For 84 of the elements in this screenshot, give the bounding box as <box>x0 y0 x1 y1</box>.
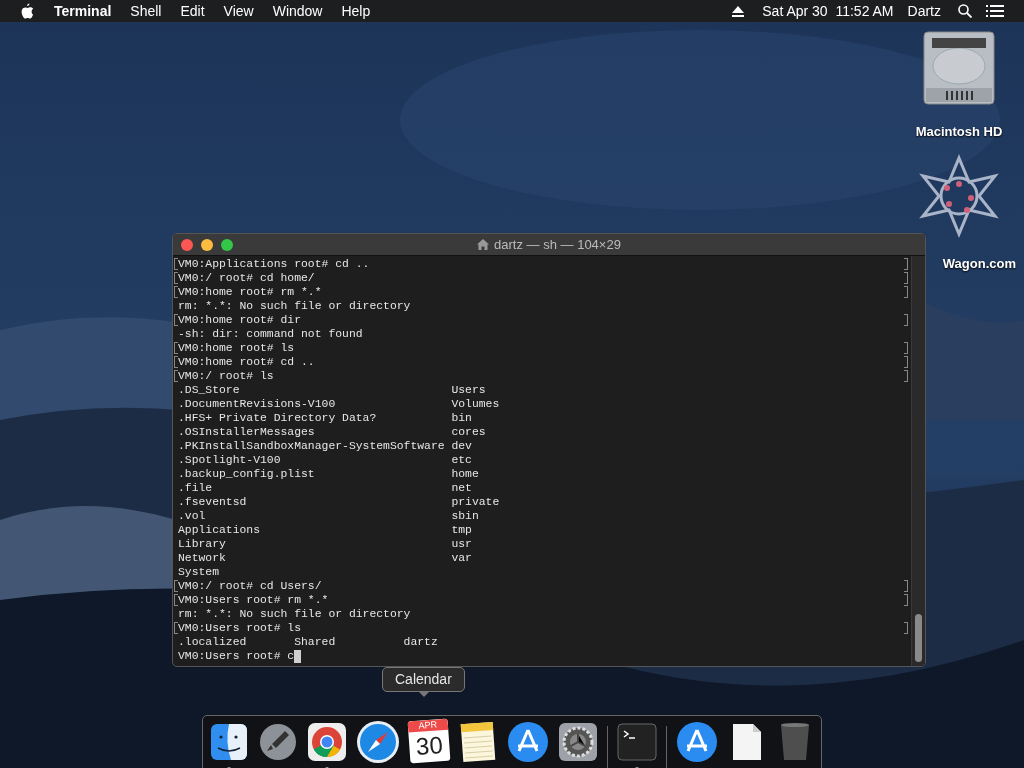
mark-bracket <box>174 594 178 606</box>
terminal-line: Library usr <box>178 537 472 551</box>
terminal-line: .backup_config.plist home <box>178 467 479 481</box>
hard-drive-icon[interactable] <box>922 30 996 106</box>
terminal-line: VM0:home root# dir <box>178 313 302 327</box>
terminal-line: System <box>178 565 219 579</box>
calendar-month: APR <box>407 718 449 733</box>
face-icon[interactable] <box>209 722 249 762</box>
tooltip: Calendar <box>382 667 465 692</box>
menu-item[interactable]: Shell <box>130 0 162 22</box>
menu-clock[interactable]: Sat Apr 30 11:52 AM <box>762 0 894 22</box>
terminal-line: .fseventsd private <box>178 495 500 509</box>
terminal-line: VM0:home root# rm *.* <box>178 285 322 299</box>
terminal-line: VM0:/ root# ls <box>178 369 274 383</box>
calendar-icon[interactable]: APR 30 <box>407 718 451 764</box>
apple-icon[interactable] <box>20 3 34 19</box>
mark-bracket <box>904 370 908 382</box>
app-store-icon[interactable] <box>675 721 718 763</box>
menu-item[interactable]: Edit <box>180 0 205 22</box>
terminal-line: .DocumentRevisions-V100 Volumes <box>178 397 500 411</box>
calendar-day: 30 <box>415 730 444 762</box>
eject-icon[interactable] <box>732 5 745 17</box>
terminal-line: VM0:home root# cd .. <box>178 355 315 369</box>
terminal-line: .HFS+ Private Directory Data? bin <box>178 411 472 425</box>
terminal-line: .PKInstallSandboxManager-SystemSoftware dev <box>178 439 472 453</box>
terminal-line: .DS_Store Users <box>178 383 486 397</box>
mark-bracket <box>174 370 178 382</box>
app-store-icon[interactable] <box>507 721 549 763</box>
user-menu[interactable]: Dartz <box>907 0 941 22</box>
mark-bracket <box>904 314 908 326</box>
mark-bracket <box>904 258 908 270</box>
menu-item[interactable]: Help <box>341 0 371 22</box>
mark-bracket <box>174 286 178 298</box>
terminal-line: VM0:Users root# rm *.* <box>178 593 329 607</box>
terminal-line: VM0:Applications root# cd .. <box>178 257 370 271</box>
scroll-thumb[interactable] <box>915 614 922 662</box>
terminal-line: Applications tmp <box>178 523 472 537</box>
mark-bracket <box>904 286 908 298</box>
compass-icon[interactable] <box>356 720 400 764</box>
terminal-line: rm: *.*: No such file or directory <box>178 299 411 313</box>
mark-bracket <box>174 314 178 326</box>
mark-bracket <box>904 272 908 284</box>
mark-bracket <box>904 356 908 368</box>
window-title: dartz — sh — 104×29 <box>494 235 621 254</box>
zoom-button[interactable] <box>221 238 233 251</box>
chrome-logo-icon[interactable] <box>307 722 347 762</box>
close-button[interactable] <box>181 238 193 251</box>
terminal-line: .file net <box>178 481 472 495</box>
terminal-line: .OSInstallerMessages cores <box>178 425 486 439</box>
home-icon <box>477 239 490 250</box>
mark-bracket <box>904 580 908 592</box>
terminal-line: VM0:/ root# cd home/ <box>178 271 315 285</box>
gear-icon[interactable] <box>558 722 598 762</box>
terminal-line: .localized Shared dartz <box>178 635 438 649</box>
star-pattern-icon[interactable] <box>917 153 1001 238</box>
list-icon[interactable] <box>986 4 1004 18</box>
mark-bracket <box>174 258 178 270</box>
mark-bracket <box>174 622 178 634</box>
desktop-icon-label[interactable]: Wagon.com <box>942 253 1016 273</box>
terminal-line: .Spotlight-V100 etc <box>178 453 472 467</box>
menu-item[interactable]: View <box>223 0 254 22</box>
mark-bracket <box>174 342 178 354</box>
mark-bracket <box>904 622 908 634</box>
mark-bracket <box>904 594 908 606</box>
minimize-button[interactable] <box>201 238 213 251</box>
app-menu[interactable]: Terminal <box>54 0 112 22</box>
terminal-line: VM0:Users root# ls <box>178 621 302 635</box>
terminal-line: .vol sbin <box>178 509 479 523</box>
terminal-line: VM0:home root# ls <box>178 341 295 355</box>
mark-bracket <box>174 580 178 592</box>
mark-bracket <box>174 356 178 368</box>
terminal-line: VM0:Users root# c <box>178 649 295 663</box>
mark-bracket <box>174 272 178 284</box>
scroll-bar[interactable] <box>911 256 925 666</box>
desktop-icon-label[interactable]: Macintosh HD <box>915 122 1003 142</box>
terminal-line: rm: *.*: No such file or directory <box>178 607 411 621</box>
document-icon[interactable] <box>730 722 763 762</box>
terminal-icon[interactable] <box>616 722 657 762</box>
terminal-line: Network var <box>178 551 472 565</box>
mark-bracket <box>904 342 908 354</box>
terminal-line: VM0:/ root# cd Users/ <box>178 579 322 593</box>
search-icon[interactable] <box>958 4 972 18</box>
menu-item[interactable]: Window <box>272 0 323 22</box>
terminal-line: -sh: dir: command not found <box>178 327 363 341</box>
